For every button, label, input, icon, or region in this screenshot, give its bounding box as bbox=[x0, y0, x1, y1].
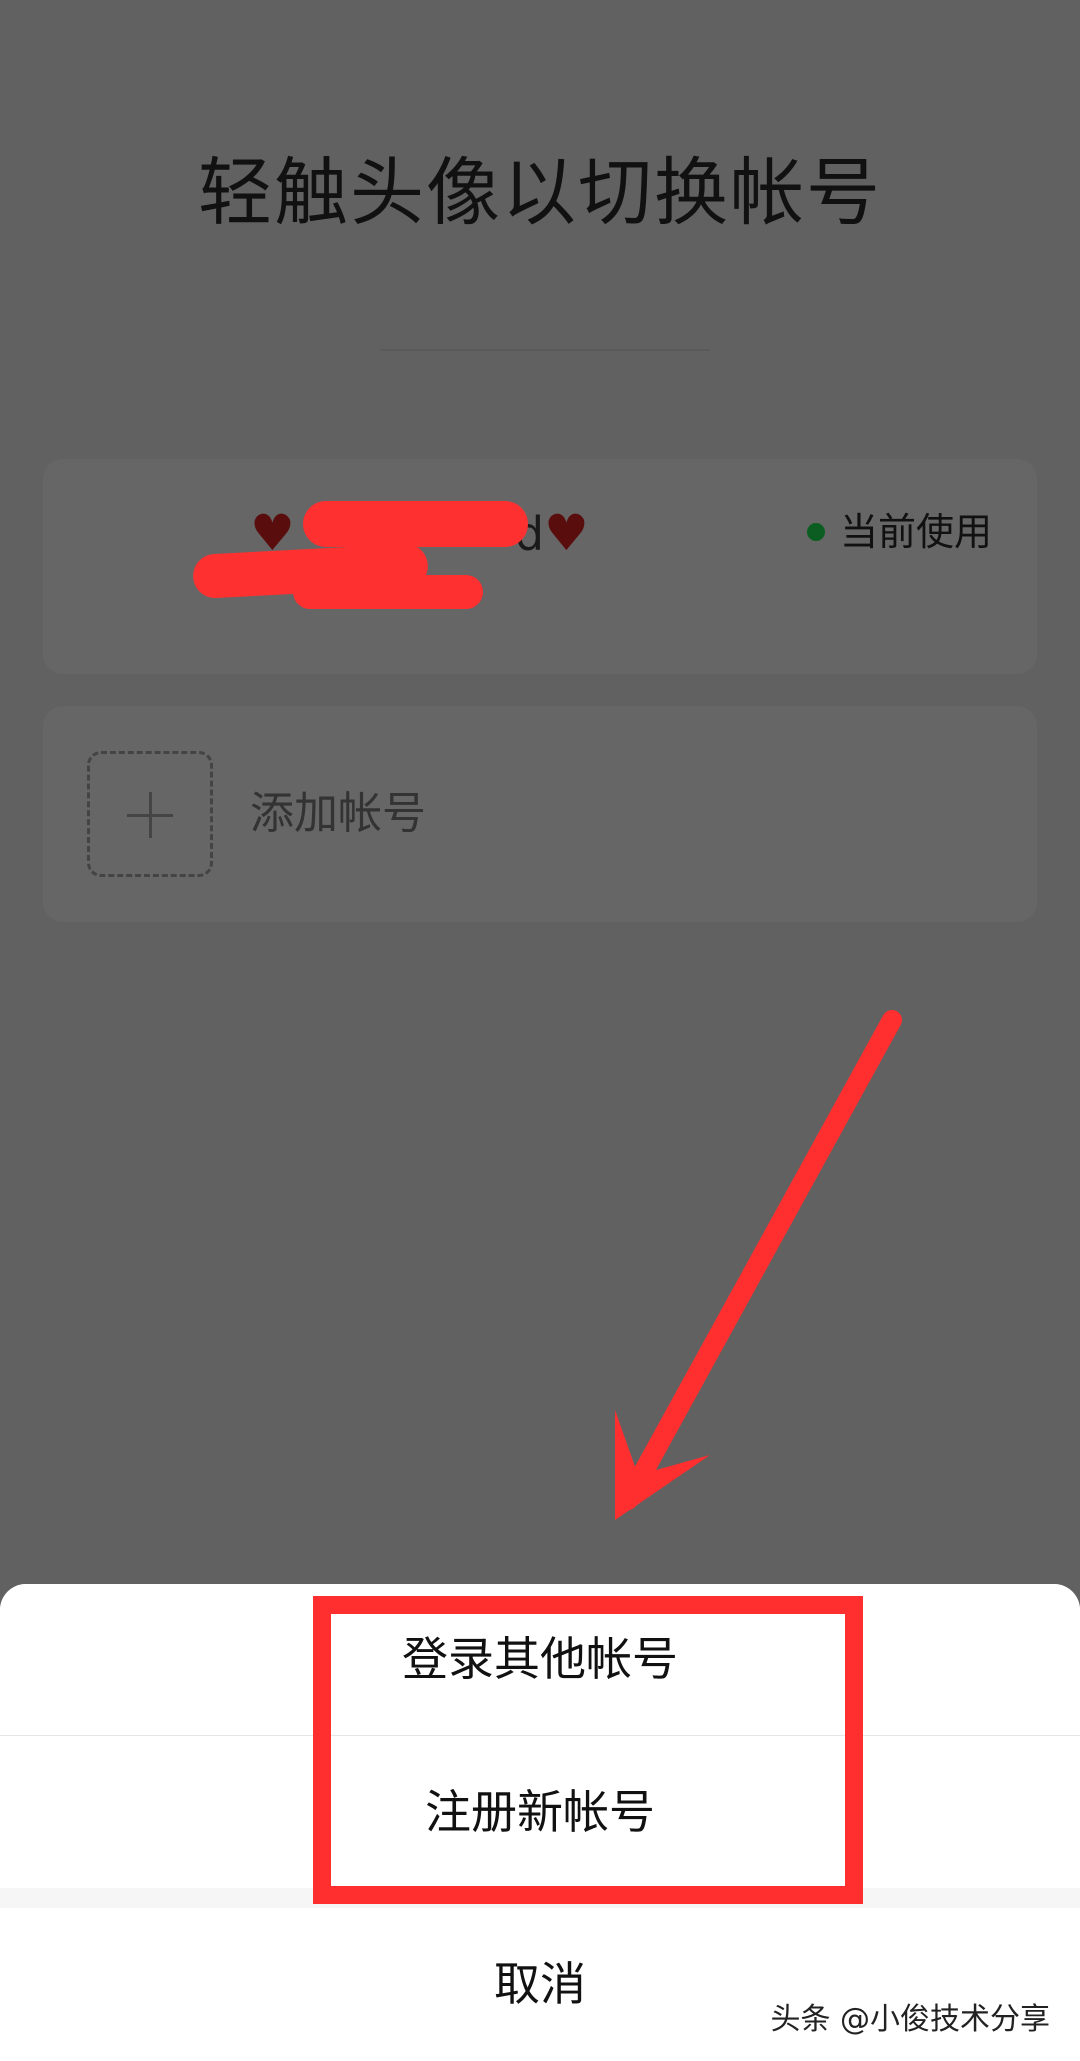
redaction-mark bbox=[293, 575, 483, 609]
status-label: 当前使用 bbox=[839, 510, 992, 554]
current-status-badge: 当前使用 bbox=[806, 507, 992, 557]
add-account-card[interactable]: 添加帐号 bbox=[43, 706, 1037, 922]
add-account-placeholder bbox=[87, 751, 213, 877]
redaction-mark bbox=[303, 501, 528, 547]
title-divider bbox=[380, 349, 710, 351]
add-account-label: 添加帐号 bbox=[250, 788, 426, 839]
heart-icon: ♥ bbox=[544, 504, 589, 562]
watermark: 头条 @小俊技术分享 bbox=[770, 2002, 1050, 2037]
current-account-card[interactable]: ♥ d♥ 当前使用 bbox=[43, 459, 1037, 674]
red-arrow-icon bbox=[615, 1010, 902, 1520]
status-dot-icon bbox=[806, 523, 825, 541]
plus-icon-vertical bbox=[149, 792, 152, 838]
arrow-shaft bbox=[618, 1010, 902, 1510]
highlight-box bbox=[313, 1596, 863, 1904]
page-title: 轻触头像以切换帐号 bbox=[198, 150, 882, 236]
